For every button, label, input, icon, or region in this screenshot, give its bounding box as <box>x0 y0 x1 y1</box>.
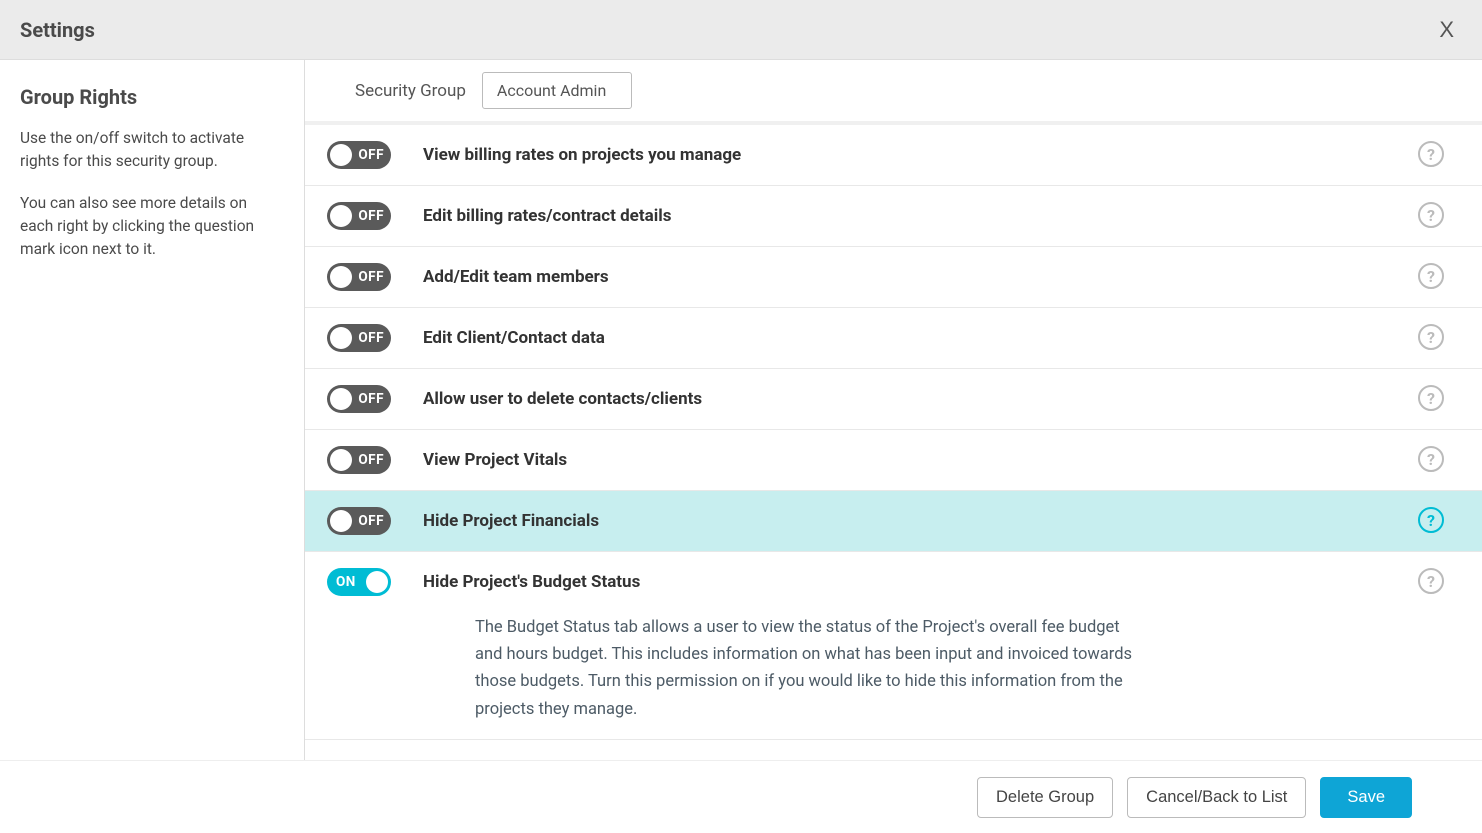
toggle-knob <box>330 144 352 166</box>
right-title: Add/Edit team members <box>423 263 1418 291</box>
sidebar-title: Group Rights <box>20 85 284 109</box>
right-title: Allow user to delete contacts/clients <box>423 385 1418 413</box>
delete-group-button[interactable]: Delete Group <box>977 777 1113 818</box>
toggle-switch[interactable]: OFF <box>327 141 391 169</box>
right-row: OFF View billing rates on projects you ma… <box>305 125 1482 186</box>
sidebar-description-2: You can also see more details on each ri… <box>20 192 284 262</box>
sidebar: Group Rights Use the on/off switch to ac… <box>0 60 305 760</box>
footer: Delete Group Cancel/Back to List Save <box>0 761 1482 833</box>
toggle-knob <box>330 266 352 288</box>
toggle-state-label: OFF <box>358 391 384 407</box>
filter-label: Security Group <box>355 81 466 101</box>
right-row: ON Hide Project's Budget Status The Budget… <box>305 552 1482 740</box>
help-icon[interactable]: ? <box>1418 385 1444 411</box>
main-content: Security Group Account Admin OFF View bil… <box>305 60 1482 760</box>
right-row: OFF Edit Client/Contact data? <box>305 308 1482 369</box>
toggle-knob <box>330 449 352 471</box>
help-icon[interactable]: ? <box>1418 568 1444 594</box>
toggle-switch[interactable]: OFF <box>327 507 391 535</box>
sidebar-description-1: Use the on/off switch to activate rights… <box>20 127 284 174</box>
toggle-knob <box>330 388 352 410</box>
save-button[interactable]: Save <box>1320 777 1412 818</box>
right-row: OFF Hide Project Financials? <box>305 491 1482 552</box>
help-icon[interactable]: ? <box>1418 507 1444 533</box>
toggle-state-label: OFF <box>358 330 384 346</box>
right-description: The Budget Status tab allows a user to v… <box>475 614 1135 723</box>
cancel-button[interactable]: Cancel/Back to List <box>1127 777 1306 818</box>
right-title: Edit billing rates/contract details <box>423 202 1418 230</box>
toggle-knob <box>330 510 352 532</box>
settings-header: Settings X <box>0 0 1482 60</box>
right-row: OFF Edit billing rates/contract details? <box>305 186 1482 247</box>
help-icon[interactable]: ? <box>1418 202 1444 228</box>
security-group-select[interactable]: Account Admin <box>482 72 632 109</box>
right-body: Edit billing rates/contract details <box>423 202 1418 230</box>
right-body: Hide Project Financials <box>423 507 1418 535</box>
toggle-switch[interactable]: OFF <box>327 202 391 230</box>
right-body: View Project Vitals <box>423 446 1418 474</box>
right-title: Hide Project's Budget Status <box>423 568 1418 596</box>
right-title: Hide Project Financials <box>423 507 1418 535</box>
rights-list: OFF View billing rates on projects you ma… <box>305 125 1482 760</box>
right-row: OFF Add/Edit team members? <box>305 247 1482 308</box>
right-body: Allow user to delete contacts/clients <box>423 385 1418 413</box>
close-icon[interactable]: X <box>1431 13 1462 47</box>
right-row: OFF View Project Vitals? <box>305 430 1482 491</box>
toggle-switch[interactable]: OFF <box>327 263 391 291</box>
right-row: OFF Allow user to delete contacts/clients… <box>305 369 1482 430</box>
toggle-state-label: OFF <box>358 513 384 529</box>
right-body: Edit Client/Contact data <box>423 324 1418 352</box>
help-icon[interactable]: ? <box>1418 446 1444 472</box>
right-body: Add/Edit team members <box>423 263 1418 291</box>
help-icon[interactable]: ? <box>1418 141 1444 167</box>
help-icon[interactable]: ? <box>1418 324 1444 350</box>
toggle-switch[interactable]: OFF <box>327 385 391 413</box>
toggle-state-label: OFF <box>358 452 384 468</box>
toggle-knob <box>330 327 352 349</box>
right-title: Edit Client/Contact data <box>423 324 1418 352</box>
toggle-knob <box>330 205 352 227</box>
page-title: Settings <box>20 18 95 42</box>
toggle-state-label: OFF <box>358 147 384 163</box>
right-body: View billing rates on projects you manag… <box>423 141 1418 169</box>
right-title: View billing rates on projects you manag… <box>423 141 1418 169</box>
toggle-switch[interactable]: ON <box>327 568 391 596</box>
toggle-knob <box>366 571 388 593</box>
toggle-state-label: ON <box>336 574 356 590</box>
toggle-switch[interactable]: OFF <box>327 324 391 352</box>
right-title: View Project Vitals <box>423 446 1418 474</box>
security-group-filter: Security Group Account Admin <box>305 60 1482 125</box>
help-icon[interactable]: ? <box>1418 263 1444 289</box>
toggle-state-label: OFF <box>358 269 384 285</box>
toggle-switch[interactable]: OFF <box>327 446 391 474</box>
toggle-state-label: OFF <box>358 208 384 224</box>
right-body: Hide Project's Budget Status The Budget S… <box>423 568 1418 723</box>
